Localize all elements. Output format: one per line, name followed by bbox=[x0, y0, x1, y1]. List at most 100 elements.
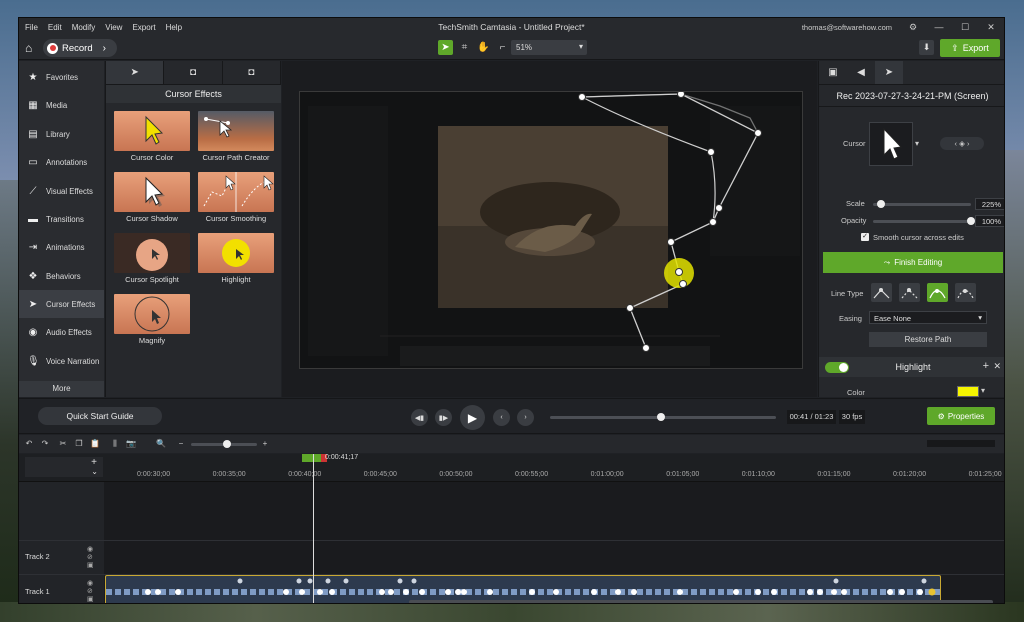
remove-effect-icon[interactable]: ✕ bbox=[993, 361, 1001, 372]
tab-cursor-visual[interactable]: ➤ bbox=[106, 61, 165, 84]
library-icon: ▤ bbox=[28, 128, 38, 140]
zoom-in-icon[interactable]: + bbox=[259, 438, 271, 450]
properties-button[interactable]: ⚙ Properties bbox=[927, 407, 995, 425]
sidebar-item-animations[interactable]: ⇥ Animations bbox=[19, 233, 104, 261]
line-type-dashed[interactable] bbox=[899, 283, 920, 302]
menu-view[interactable]: View bbox=[105, 23, 122, 32]
menu-help[interactable]: Help bbox=[166, 23, 182, 32]
effect-cursor-color[interactable]: Cursor Color bbox=[114, 111, 190, 163]
line-type-straight[interactable] bbox=[871, 283, 892, 302]
sidebar-item-audio-effects[interactable]: ◉ Audio Effects bbox=[19, 318, 104, 346]
sidebar-item-behaviors[interactable]: ❖ Behaviors bbox=[19, 262, 104, 290]
sidebar-item-voice-narration[interactable]: 🎙 Voice Narration bbox=[19, 347, 104, 375]
play-icon[interactable]: ▶ bbox=[460, 405, 485, 430]
effect-cursor-shadow[interactable]: Cursor Shadow bbox=[114, 172, 190, 224]
sidebar-item-annotations[interactable]: ▭ Annotations bbox=[19, 148, 104, 176]
previous-marker-icon[interactable]: ‹ bbox=[493, 409, 510, 426]
more-button[interactable]: More bbox=[19, 381, 104, 397]
copy-icon[interactable]: ❐ bbox=[73, 438, 85, 450]
menu-modify[interactable]: Modify bbox=[72, 23, 96, 32]
edit-path-tool-icon[interactable]: ⌗ bbox=[457, 40, 472, 55]
add-effect-icon[interactable]: + bbox=[983, 360, 989, 372]
finish-editing-button[interactable]: ⤳ Finish Editing bbox=[823, 252, 1003, 273]
account-email[interactable]: thomas@softwarehow.com bbox=[802, 23, 892, 32]
effect-cursor-path-creator[interactable]: Cursor Path Creator bbox=[198, 111, 274, 163]
menu-export[interactable]: Export bbox=[132, 23, 155, 32]
highlight-title: Highlight bbox=[895, 362, 931, 372]
quick-start-guide-button[interactable]: Quick Start Guide bbox=[38, 407, 162, 425]
effect-cursor-smoothing[interactable]: Cursor Smoothing bbox=[198, 172, 274, 224]
cursor-preview[interactable] bbox=[869, 122, 913, 166]
paste-icon[interactable]: 📋 bbox=[89, 438, 101, 450]
scale-slider[interactable] bbox=[873, 203, 971, 206]
scale-slider-handle[interactable] bbox=[876, 200, 885, 208]
opacity-value[interactable]: 100% bbox=[975, 215, 1004, 227]
arrow-tool-icon[interactable]: ➤ bbox=[438, 40, 453, 55]
line-type-curved-dashed[interactable] bbox=[955, 283, 976, 302]
tab-cursor-properties[interactable]: ➤ bbox=[875, 61, 903, 84]
effect-magnify[interactable]: Magnify bbox=[114, 294, 190, 346]
timeline-horizontal-scrollbar[interactable] bbox=[409, 600, 993, 603]
color-dropdown-chevron-icon[interactable]: ▾ bbox=[981, 386, 985, 395]
home-icon[interactable]: ⌂ bbox=[25, 41, 39, 55]
scale-value[interactable]: 225% bbox=[975, 198, 1004, 210]
playback-scrubber-handle[interactable] bbox=[656, 413, 665, 421]
record-button[interactable]: Record › bbox=[43, 39, 117, 57]
snapshot-icon[interactable]: 📷 bbox=[125, 438, 137, 450]
sidebar-item-library[interactable]: ▤ Library bbox=[19, 120, 104, 148]
download-icon[interactable]: ⬇ bbox=[919, 40, 934, 55]
tools-sidebar: ★ Favorites ▦ Media ▤ Library ▭ Annotations … bbox=[19, 61, 104, 397]
menu-file[interactable]: File bbox=[25, 23, 38, 32]
sidebar-item-label: Library bbox=[46, 129, 70, 139]
sidebar-item-transitions[interactable]: ▬ Transitions bbox=[19, 205, 104, 233]
tab-left-click[interactable]: ◘ bbox=[164, 61, 223, 84]
tab-visual-properties[interactable]: ▣ bbox=[819, 61, 847, 84]
preview-canvas[interactable] bbox=[299, 91, 803, 369]
sidebar-item-cursor-effects[interactable]: ➤ Cursor Effects bbox=[19, 290, 104, 318]
maximize-icon[interactable]: ☐ bbox=[952, 18, 978, 36]
timeline-ruler[interactable]: + ⌄ 0:00:30;00 0:00:35;00 0:00:40;00 0:00:4… bbox=[19, 454, 1004, 482]
track-2-visibility-icon[interactable]: ◉ ⊘ ▣ bbox=[87, 546, 94, 570]
split-icon[interactable]: ⫼ bbox=[109, 438, 121, 450]
sidebar-item-media[interactable]: ▦ Media bbox=[19, 91, 104, 119]
sidebar-item-favorites[interactable]: ★ Favorites bbox=[19, 63, 104, 91]
selection-start-marker[interactable] bbox=[302, 454, 322, 462]
next-marker-icon[interactable]: › bbox=[517, 409, 534, 426]
highlight-color-swatch[interactable] bbox=[957, 386, 979, 397]
restore-path-button[interactable]: Restore Path bbox=[869, 332, 987, 347]
redo-icon[interactable]: ↷ bbox=[39, 438, 51, 450]
effect-label: Cursor Path Creator bbox=[202, 153, 270, 162]
crop-tool-icon[interactable]: ⌐ bbox=[495, 40, 510, 55]
smooth-cursor-checkbox[interactable]: ✓ bbox=[861, 233, 869, 241]
track-1-visibility-icon[interactable]: ◉ ⊘ ▣ bbox=[87, 580, 94, 603]
cut-icon[interactable]: ✂ bbox=[57, 438, 69, 450]
sidebar-item-label: Favorites bbox=[46, 72, 79, 82]
step-forward-icon[interactable]: ▮▶ bbox=[435, 409, 452, 426]
settings-gear-icon[interactable]: ⚙ bbox=[900, 18, 926, 36]
menu-edit[interactable]: Edit bbox=[48, 23, 62, 32]
effect-highlight[interactable]: Highlight bbox=[198, 233, 274, 285]
tab-audio-properties[interactable]: ◀ bbox=[847, 61, 875, 84]
export-button[interactable]: ⇪ Export bbox=[940, 39, 1000, 57]
playhead-line[interactable] bbox=[313, 454, 314, 603]
timeline-zoom-handle[interactable] bbox=[223, 440, 231, 448]
color-label: Color bbox=[847, 388, 865, 397]
zoom-out-icon[interactable]: − bbox=[175, 438, 187, 450]
sidebar-item-visual-effects[interactable]: ⟋ Visual Effects bbox=[19, 177, 104, 205]
easing-select[interactable]: Ease None ▾ bbox=[869, 311, 987, 324]
cursor-dropdown-chevron-icon[interactable]: ▾ bbox=[915, 139, 919, 148]
pan-tool-icon[interactable]: ✋ bbox=[476, 40, 491, 55]
undo-icon[interactable]: ↶ bbox=[23, 438, 35, 450]
opacity-slider-handle[interactable] bbox=[967, 217, 975, 225]
line-type-curved[interactable] bbox=[927, 283, 948, 302]
close-icon[interactable]: ✕ bbox=[978, 18, 1004, 36]
collapse-tracks-icon[interactable]: ⌄ bbox=[91, 467, 98, 476]
cursor-nav-stepper[interactable]: ‹ ◈ › bbox=[940, 137, 984, 150]
timeline-overview[interactable] bbox=[927, 440, 995, 447]
minimize-icon[interactable]: — bbox=[926, 18, 952, 36]
zoom-select[interactable]: 51% ▾ bbox=[511, 40, 587, 55]
opacity-slider[interactable] bbox=[873, 220, 971, 223]
step-back-icon[interactable]: ◀▮ bbox=[411, 409, 428, 426]
effect-cursor-spotlight[interactable]: Cursor Spotlight bbox=[114, 233, 190, 285]
tab-right-click[interactable]: ◘ bbox=[223, 61, 281, 84]
